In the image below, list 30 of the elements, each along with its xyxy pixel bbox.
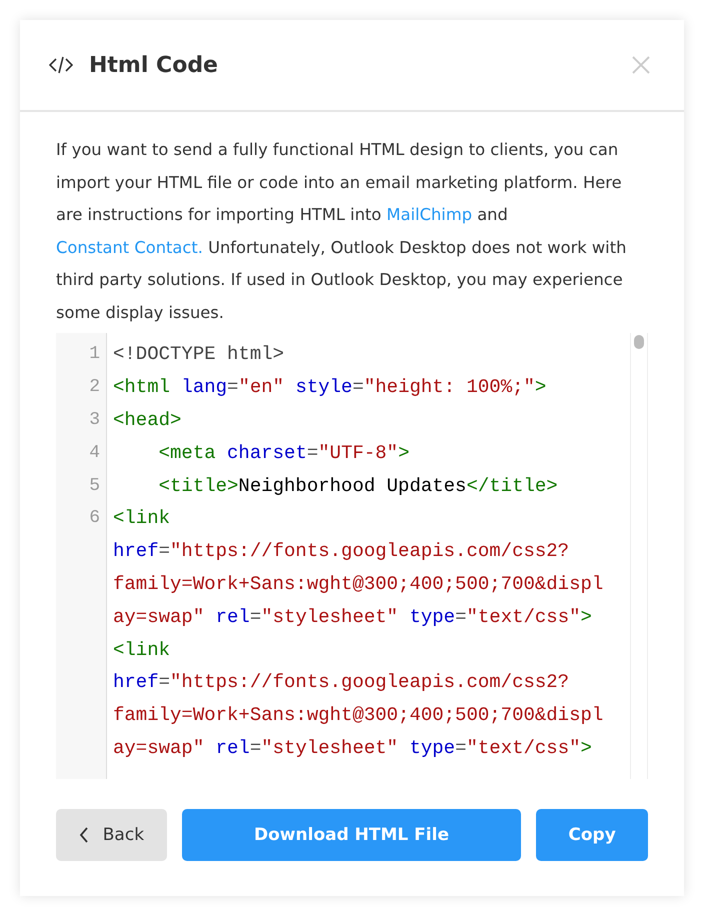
line-number: 3 xyxy=(89,410,100,430)
code-line: <link xyxy=(113,638,170,661)
scrollbar-thumb[interactable] xyxy=(634,335,644,349)
code-line: ay=swap" rel="stylesheet" type="text/css"> xyxy=(113,606,592,628)
link[interactable]: Constant Contact. xyxy=(56,238,203,256)
code-line: <link xyxy=(113,507,170,530)
line-number: 4 xyxy=(89,442,100,463)
dialog-title: Html Code xyxy=(89,52,219,78)
code-line: <!DOCTYPE html> xyxy=(113,343,284,366)
code-line: <head> xyxy=(113,408,182,431)
action-button[interactable]: Copy xyxy=(536,809,648,861)
code-line: <title>Neighborhood Updates</title> xyxy=(158,474,558,497)
line-number: 1 xyxy=(89,344,100,364)
code-line: href="https://fonts.googleapis.com/css2? xyxy=(113,671,570,694)
line-number: 6 xyxy=(89,508,100,528)
code-line: href="https://fonts.googleapis.com/css2? xyxy=(113,540,570,562)
line-number: 5 xyxy=(89,476,100,496)
code-line: ay=swap" rel="stylesheet" type="text/css"> xyxy=(113,736,592,759)
line-number: 2 xyxy=(89,377,100,398)
code-line: family=Work+Sans:wght@300;400;500;700&displ xyxy=(113,572,604,595)
code-line: <html lang="en" style="height: 100%;"> xyxy=(113,376,546,398)
action-button[interactable]: Download HTML File xyxy=(182,809,522,861)
code-line: <meta charset="UTF-8"> xyxy=(158,442,410,464)
link[interactable]: MailChimp xyxy=(386,205,472,224)
back-button[interactable]: Back xyxy=(56,809,167,861)
intro-paragraph: If you want to send a fully functional HTML design to clients, you can import your HTML file or code into an email marketing platform. Here are instructions for importing HTML into MailChimp and Constant Contact. Unfortunately, Outlook Desktop does not work with third party solutions. If used in Outlook Desktop, you may experience some display issues. xyxy=(56,139,628,324)
code-icon xyxy=(49,56,73,74)
code-line: family=Work+Sans:wght@300;400;500;700&displ xyxy=(113,704,604,726)
close-icon[interactable] xyxy=(632,56,650,74)
chevron-left-icon xyxy=(78,827,89,843)
